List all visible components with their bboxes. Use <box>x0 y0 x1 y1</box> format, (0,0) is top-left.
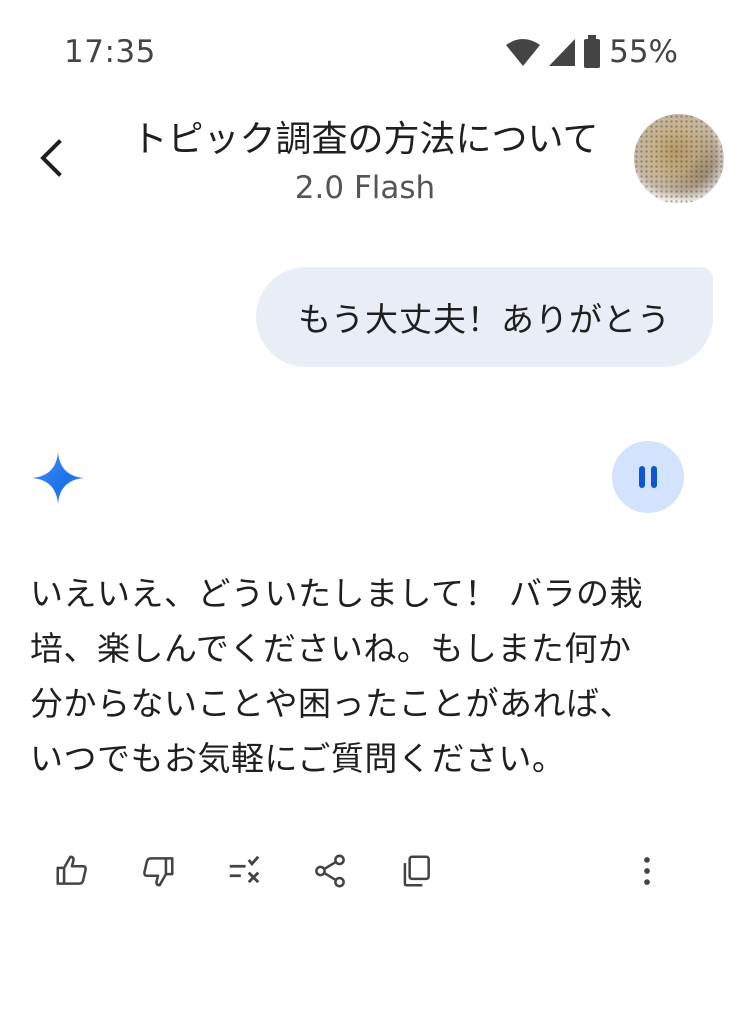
good-response-button[interactable] <box>47 846 97 896</box>
response-action-bar <box>0 840 742 900</box>
gemini-sparkle-icon <box>30 450 86 506</box>
model-response: いえいえ、どういたしまして！ バラの栽 培、楽しんでくださいね。もしまた何か 分… <box>30 566 720 786</box>
pause-icon <box>639 466 657 488</box>
response-line: 培、楽しんでくださいね。もしまた何か <box>30 629 632 668</box>
back-arrow-icon <box>40 139 62 177</box>
copy-icon <box>403 855 430 887</box>
more-vert-icon <box>644 857 650 885</box>
battery-percentage: 55% <box>609 34 678 70</box>
chat-header: トピック調査の方法について 2.0 Flash <box>0 100 742 230</box>
model-name[interactable]: 2.0 Flash <box>110 170 620 206</box>
cell-signal-icon <box>549 39 576 66</box>
modify-response-icon <box>229 855 260 884</box>
thumbs-up-icon <box>56 855 87 885</box>
status-bar: 17:35 55% <box>0 0 742 100</box>
avatar[interactable] <box>634 114 724 204</box>
share-button[interactable] <box>305 846 355 896</box>
copy-button[interactable] <box>391 846 441 896</box>
status-time: 17:35 <box>64 34 156 70</box>
status-icons: 55% <box>505 34 678 70</box>
response-line: 分からないことや困ったことがあれば、 <box>30 684 633 723</box>
battery-icon <box>584 35 601 68</box>
user-message-bubble[interactable]: もう大丈夫！ありがとう <box>256 267 713 367</box>
response-line: いえいえ、どういたしまして！ バラの栽 <box>30 574 643 613</box>
chat-title[interactable]: トピック調査の方法について <box>110 110 620 162</box>
user-message-text: もう大丈夫！ありがとう <box>297 300 671 339</box>
back-button[interactable] <box>24 130 80 186</box>
thumbs-down-icon <box>143 857 174 887</box>
bad-response-button[interactable] <box>133 846 183 896</box>
share-icon <box>315 854 345 888</box>
response-line: いつでもお気軽にご質問ください。 <box>30 739 566 778</box>
wifi-icon <box>506 39 541 66</box>
modify-response-button[interactable] <box>219 846 269 896</box>
pause-button[interactable] <box>612 441 684 513</box>
more-options-button[interactable] <box>622 846 672 896</box>
